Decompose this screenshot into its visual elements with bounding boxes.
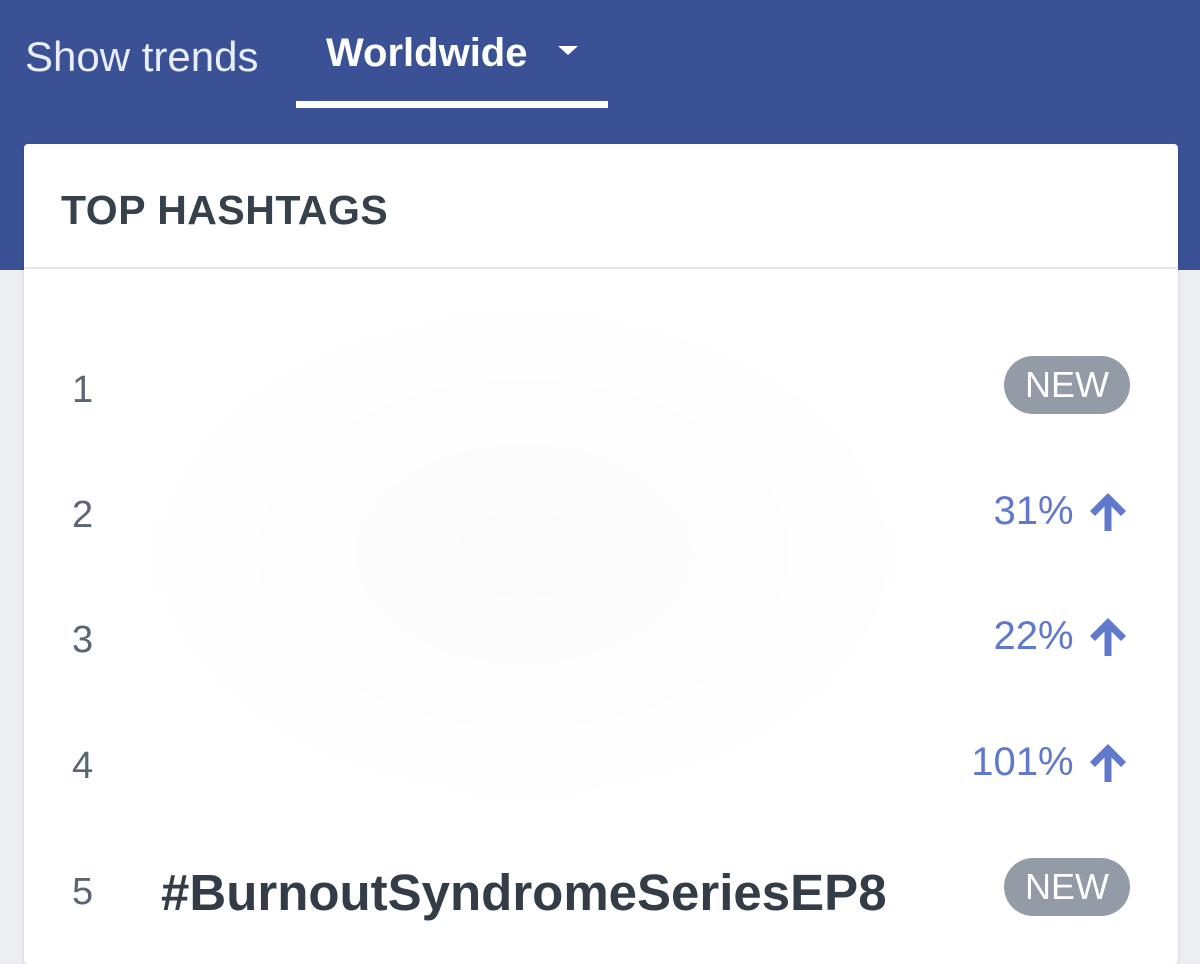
show-trends-label: Show trends [25, 33, 259, 80]
rank-number: 2 [72, 494, 94, 536]
hashtag-row-4[interactable]: 4 101% [24, 726, 1178, 806]
rank-number: 3 [72, 619, 94, 661]
card-title: TOP HASHTAGS [61, 187, 389, 233]
arrow-up-icon [1090, 618, 1126, 656]
rank-number: 5 [72, 871, 94, 913]
new-badge: NEW [1004, 356, 1130, 414]
trend-percent: 31% [993, 489, 1074, 533]
arrow-up-icon [1090, 744, 1126, 782]
new-badge: NEW [1004, 858, 1130, 916]
region-dropdown[interactable]: Worldwide [296, 0, 608, 109]
tab-underline [296, 101, 608, 108]
caret-down-icon [558, 46, 578, 55]
hashtag-row-1[interactable]: 1 NEW [24, 350, 1178, 430]
trend-indicator: 101% [971, 740, 1130, 790]
hashtag-row-3[interactable]: 3 22% [24, 600, 1178, 680]
arrow-up-icon [1090, 493, 1126, 531]
rank-number: 1 [72, 369, 94, 411]
trend-percent: 22% [993, 614, 1074, 658]
region-label: Worldwide [326, 31, 528, 75]
card-header: TOP HASHTAGS [24, 144, 1178, 269]
trend-percent: 101% [971, 740, 1074, 784]
hashtag-row-2[interactable]: 2 31% [24, 475, 1178, 555]
rank-number: 4 [72, 745, 94, 787]
top-hashtags-card: TOP HASHTAGS 1 NEW 2 31% 3 22% 4 101% 5 … [24, 144, 1178, 964]
trend-indicator: 22% [993, 614, 1130, 664]
hashtag-text[interactable]: #BurnoutSyndromeSeriesEP8 [161, 866, 887, 920]
trend-indicator: 31% [993, 489, 1130, 539]
hashtag-row-5[interactable]: 5 #BurnoutSyndromeSeriesEP8 NEW [24, 852, 1178, 932]
